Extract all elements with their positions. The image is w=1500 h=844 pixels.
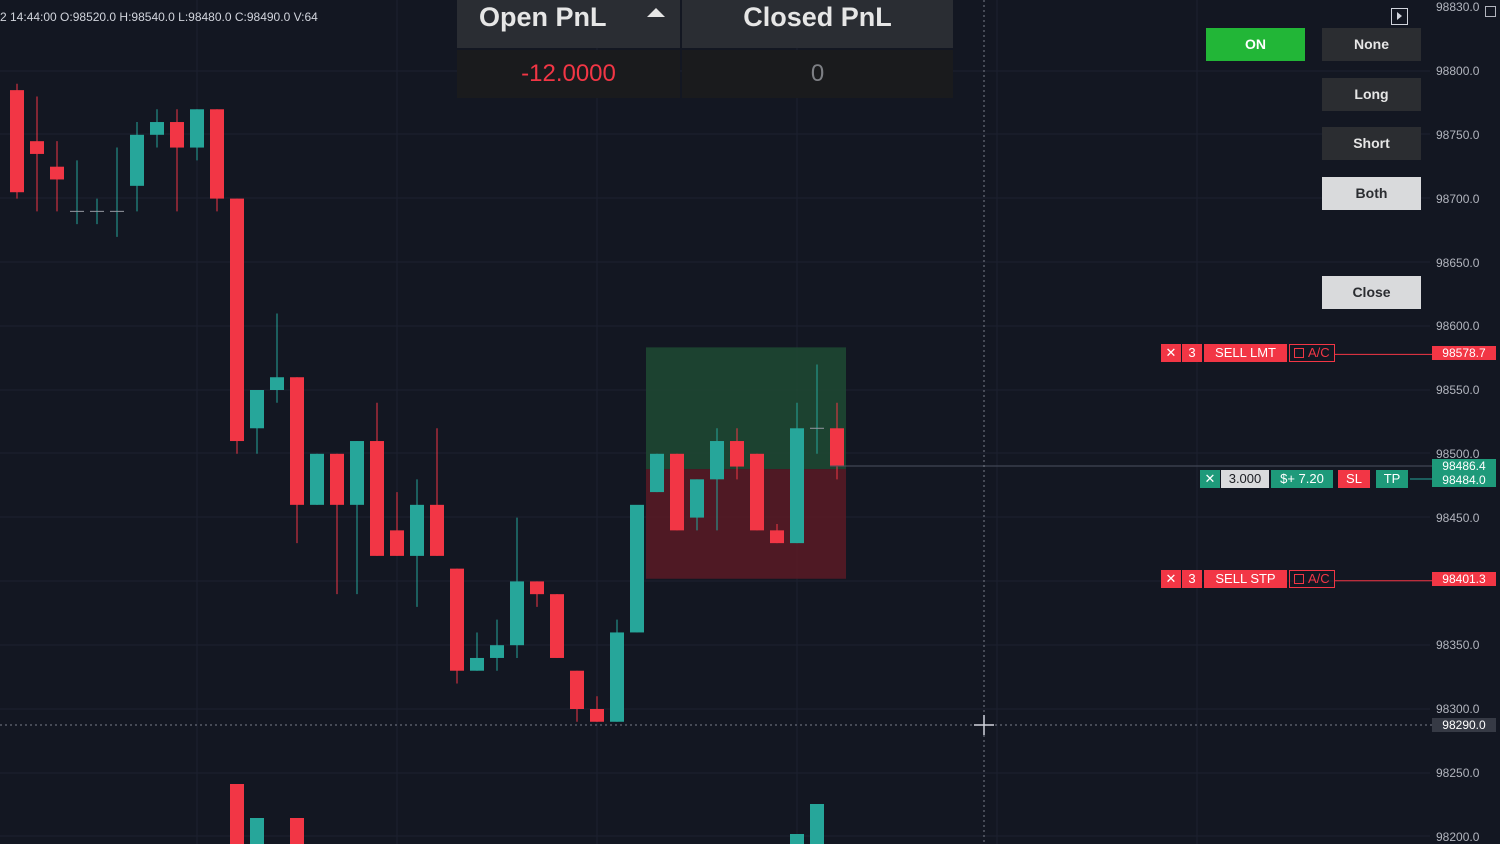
candle-body [770, 530, 784, 544]
position-pnl: $+ 7.20 [1271, 470, 1333, 488]
axis-label: 98200.0 [1436, 830, 1480, 844]
candlestick-chart[interactable] [0, 0, 1500, 844]
candle-body [410, 504, 424, 556]
collapse-panel-icon[interactable] [1391, 8, 1408, 25]
caret-up-icon[interactable] [647, 8, 665, 17]
checkbox-icon [1294, 348, 1304, 358]
candle-body [750, 453, 764, 531]
short-button[interactable]: Short [1322, 127, 1421, 160]
close-order-x-icon[interactable]: ✕ [1161, 570, 1181, 588]
volume-bar [250, 818, 264, 844]
candle-body [50, 166, 64, 180]
axis-label: 98800.0 [1436, 64, 1480, 78]
axis-label: 98830.0 [1436, 0, 1480, 14]
candle-body [210, 109, 224, 199]
candle-body [230, 198, 244, 442]
ohlc-readout: 2 14:44:00 O:98520.0 H:98540.0 L:98480.0… [0, 10, 318, 24]
on-toggle-button[interactable]: ON [1206, 28, 1305, 61]
candle-body [190, 109, 204, 148]
candle-body [430, 504, 444, 556]
stop-loss-button[interactable]: SL [1338, 470, 1370, 488]
checkbox-icon [1294, 574, 1304, 584]
candle-body [390, 530, 404, 556]
candle-body [10, 90, 24, 193]
candle-body [170, 122, 184, 148]
closed-pnl-header[interactable]: Closed PnL [682, 0, 953, 48]
candle-body [370, 441, 384, 556]
close-button[interactable]: Close [1322, 276, 1421, 309]
closed-pnl-value: 0 [682, 50, 953, 98]
axis-label: 98450.0 [1436, 511, 1480, 525]
position-qty[interactable]: 3.000 [1221, 470, 1269, 488]
candle-body [670, 453, 684, 531]
candle-body [830, 428, 844, 467]
volume-bar [790, 834, 804, 844]
open-pnl-label: Open PnL [479, 2, 607, 32]
close-order-x-icon[interactable]: ✕ [1161, 344, 1181, 362]
candle-body [290, 377, 304, 505]
candle-body [610, 632, 624, 722]
candle-body [790, 428, 804, 544]
ac-checkbox[interactable]: A/C [1289, 344, 1335, 362]
volume-bar [290, 818, 304, 844]
both-button[interactable]: Both [1322, 177, 1421, 210]
take-profit-zone [646, 347, 846, 470]
candle-body [150, 122, 164, 135]
candle-body [310, 453, 324, 505]
sell-limit-price-label: 98578.7 [1432, 346, 1496, 360]
pnl-panel: Open PnL Closed PnL -12.0000 0 [457, 0, 953, 98]
order-type-label[interactable]: SELL LMT [1204, 344, 1287, 362]
close-position-x-icon[interactable]: ✕ [1200, 470, 1220, 488]
volume-bar [810, 804, 824, 844]
axis-label: 98500.0 [1436, 447, 1480, 461]
axis-label: 98700.0 [1436, 192, 1480, 206]
long-button[interactable]: Long [1322, 78, 1421, 111]
candle-body [590, 709, 604, 722]
none-button[interactable]: None [1322, 28, 1421, 61]
order-qty[interactable]: 3 [1182, 570, 1202, 588]
order-type-label[interactable]: SELL STP [1204, 570, 1287, 588]
candle-body [470, 657, 484, 671]
candle-body [130, 134, 144, 186]
axis-label: 98650.0 [1436, 256, 1480, 270]
candle-body [530, 581, 544, 595]
sell-stop-price-label: 98401.3 [1432, 572, 1496, 586]
ac-checkbox[interactable]: A/C [1289, 570, 1335, 588]
open-pnl-header[interactable]: Open PnL [457, 0, 680, 48]
position-price-label-1: 98486.4 [1432, 459, 1496, 473]
axis-label: 98250.0 [1436, 766, 1480, 780]
candle-body [270, 377, 284, 390]
candle-body [690, 479, 704, 518]
candle-body [330, 453, 344, 505]
axis-label: 98600.0 [1436, 319, 1480, 333]
candle-body [550, 594, 564, 658]
candle-body [650, 453, 664, 493]
candle-body [250, 390, 264, 429]
crosshair-price-label: 98290.0 [1432, 718, 1496, 732]
open-pnl-value: -12.0000 [457, 50, 680, 98]
axis-label: 98550.0 [1436, 383, 1480, 397]
ac-label: A/C [1308, 571, 1330, 586]
take-profit-button[interactable]: TP [1376, 470, 1408, 488]
axis-label: 98750.0 [1436, 128, 1480, 142]
position-price-label-2: 98484.0 [1432, 473, 1496, 487]
settings-box-icon[interactable] [1485, 6, 1496, 17]
candle-body [450, 568, 464, 671]
candle-body [570, 670, 584, 709]
candle-body [30, 141, 44, 154]
axis-label: 98300.0 [1436, 702, 1480, 716]
axis-label: 98350.0 [1436, 638, 1480, 652]
candle-body [350, 441, 364, 505]
volume-bar [230, 784, 244, 844]
candle-body [510, 581, 524, 646]
candle-body [630, 504, 644, 633]
candle-body [490, 645, 504, 658]
ac-label: A/C [1308, 345, 1330, 360]
candle-body [730, 441, 744, 467]
candle-body [710, 441, 724, 480]
order-qty[interactable]: 3 [1182, 344, 1202, 362]
